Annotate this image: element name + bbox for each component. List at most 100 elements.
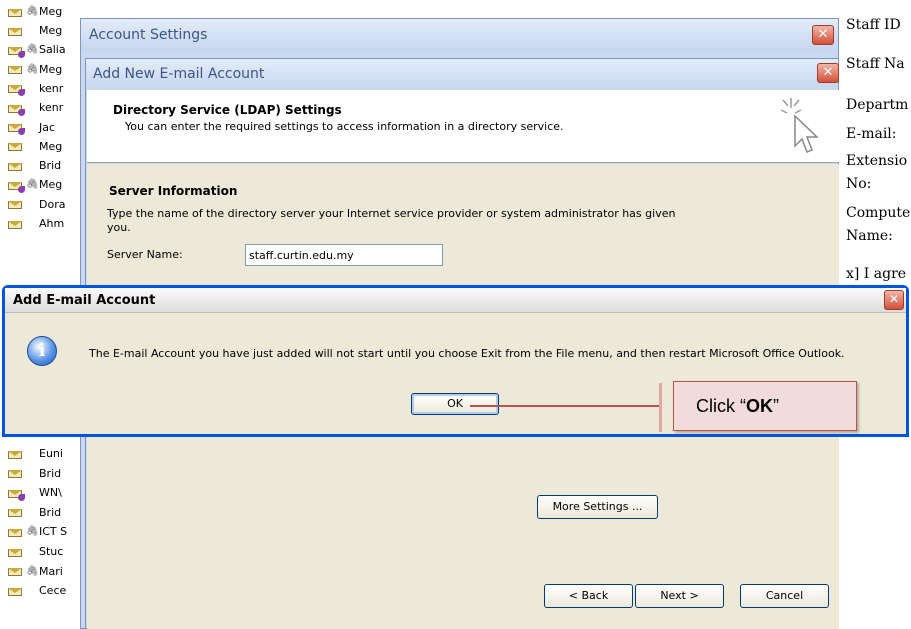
doc-line-staff-id: Staff ID [846,17,901,33]
cursor-sparkle-icon [780,98,819,153]
envelope-icon [8,449,22,459]
inbox-row[interactable]: 🖇 ICT S [0,522,90,541]
callout-suffix: ” [773,396,779,416]
inbox-row[interactable]: WN\ [0,483,90,502]
add-new-email-account-title: Add New E-mail Account [86,59,838,89]
inbox-row[interactable]: Brid [0,156,90,175]
envelope-icon [8,199,22,210]
inbox-row[interactable]: 🖇 Salia [0,40,90,59]
doc-line-agree: x] I agre [846,266,907,282]
envelope-icon [8,468,22,479]
replied-envelope-icon [8,180,25,193]
attachment-icon: 🖇 [26,63,39,75]
cancel-button[interactable]: Cancel [740,584,829,608]
envelope-icon [8,586,22,596]
inbox-sender: Brid [39,505,62,519]
callout-bar [659,383,662,432]
envelope-icon [8,26,22,36]
doc-line-staff-name: Staff Na [846,56,905,72]
ok-button[interactable]: OK [411,393,499,415]
doc-line-computer: Compute [846,205,911,221]
server-info-description: Type the name of the directory server yo… [107,207,676,234]
inbox-row[interactable]: Jac [0,118,90,137]
attachment-icon: 🖇 [26,526,39,538]
doc-line-department: Departm [846,97,909,113]
inbox-row[interactable]: Brid [0,503,90,522]
wizard-header-subtitle: You can enter the required settings to a… [125,120,564,133]
server-name-label: Server Name: [107,248,183,261]
server-info-heading: Server Information [109,184,238,198]
inbox-sender: Meg [39,5,63,18]
inbox-row[interactable]: kenr [0,98,90,117]
inbox-sender: kenr [39,101,64,115]
inbox-row[interactable]: 🖇 Meg [0,2,90,21]
envelope-icon [8,219,22,229]
inbox-sender: WN\ [39,486,62,500]
envelope-icon [8,64,22,75]
envelope-icon [8,507,22,518]
inbox-sender: Meg [39,139,63,153]
envelope-icon [8,141,22,152]
inbox-sender: Stuc [39,545,64,558]
account-settings-title: Account Settings [81,19,838,51]
inbox-row[interactable]: Brid [0,464,90,483]
attachment-icon: 🖇 [26,44,39,56]
doc-line-extension: Extensio [846,153,908,169]
replied-envelope-icon [8,103,25,116]
more-settings-button[interactable]: More Settings ... [537,495,658,519]
callout-prefix: Click “ [696,396,746,416]
click-ok-callout: Click “OK” [673,381,857,431]
attachment-icon: 🖇 [26,565,39,577]
next-button[interactable]: Next > [635,584,724,608]
inbox-row[interactable]: Ahm [0,214,90,233]
email-list-header-strip [90,0,838,12]
dialog-message: The E-mail Account you have just added w… [89,347,845,360]
inbox-row[interactable]: Stuc [0,542,90,561]
inbox-row[interactable]: Meg [0,137,90,156]
inbox-row[interactable]: kenr [0,79,90,98]
envelope-icon [8,161,22,171]
inbox-sender: Euni [39,447,63,460]
wizard-header-title: Directory Service (LDAP) Settings [113,103,342,117]
inbox-sender: Mari [39,564,63,578]
inbox-sender: Brid [39,466,62,480]
inbox-row[interactable]: Meg [0,21,90,40]
server-name-input[interactable] [245,244,443,266]
envelope-icon [8,527,22,537]
doc-line-email: E-mail: [846,126,897,142]
envelope-icon [8,566,22,577]
attachment-icon: 🖇 [26,179,39,191]
inbox-row[interactable]: 🖇 Meg [0,175,90,194]
inbox-sender: Brid [39,159,62,173]
inbox-sender: Jac [39,120,56,134]
info-icon: i [27,336,57,366]
back-button[interactable]: < Back [544,584,633,608]
inbox-row[interactable]: 🖇 Mari [0,562,90,581]
add-new-close-button[interactable]: ✕ [817,63,839,83]
inbox-sender: Meg [39,62,63,76]
inbox-sender: Salia [39,43,66,57]
replied-envelope-icon [8,45,25,58]
inbox-row[interactable]: Euni [0,444,90,463]
inbox-sender: Meg [39,24,63,37]
wizard-header: Directory Service (LDAP) Settings You ca… [87,90,839,163]
dialog-close-button[interactable]: ✕ [884,290,904,310]
inbox-sender: Cece [39,584,67,598]
inbox-row[interactable]: Cece [0,581,90,600]
doc-line-no: No: [846,176,872,192]
inbox-sender: kenr [39,81,64,95]
inbox-sender: ICT S [39,525,68,539]
replied-envelope-icon [8,83,25,97]
callout-bold: OK [746,396,773,416]
doc-line-name: Name: [846,228,893,244]
attachment-icon: 🖇 [26,6,39,17]
inbox-row[interactable]: Dora [0,195,90,214]
inbox-row[interactable]: 🖇 Meg [0,60,90,79]
dialog-title: Add E-mail Account [5,288,906,313]
replied-envelope-icon [8,122,25,135]
inbox-sender: Ahm [39,217,65,230]
envelope-icon [8,547,22,557]
callout-connector [470,405,662,407]
inbox-sender: Dora [39,197,66,211]
account-settings-close-button[interactable]: ✕ [812,25,834,45]
